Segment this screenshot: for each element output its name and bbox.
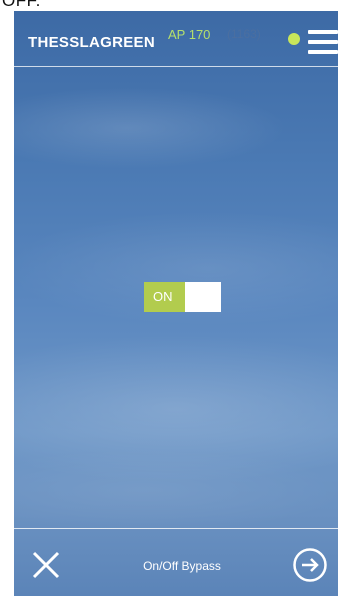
- footer-title: On/Off Bypass: [143, 559, 221, 573]
- brand-title: THESSLAGREEN: [28, 34, 155, 51]
- menu-bar-middle: [308, 40, 338, 44]
- header-bar: THESSLAGREEN AP 170 (1163): [14, 11, 338, 67]
- connection-status-indicator: [288, 33, 300, 45]
- menu-bar-bottom: [308, 50, 338, 54]
- footer-divider: [14, 528, 338, 529]
- menu-bar-top: [308, 30, 338, 34]
- device-serial: (1163): [227, 27, 261, 41]
- next-button[interactable]: [292, 547, 328, 583]
- clipped-top-text: OFF.: [2, 0, 41, 10]
- toggle-on-label: ON: [144, 282, 185, 312]
- header-divider: [14, 66, 338, 67]
- device-model: AP 170: [168, 27, 211, 42]
- close-icon: [32, 551, 60, 579]
- close-button[interactable]: [28, 547, 64, 583]
- hamburger-menu-icon[interactable]: [308, 29, 338, 55]
- bypass-toggle-switch[interactable]: ON: [144, 282, 221, 312]
- app-page: OFF. THESSLAGREEN AP 170 (1163) ON On/Of…: [0, 0, 338, 596]
- app-screen: THESSLAGREEN AP 170 (1163) ON On/Off Byp…: [14, 11, 338, 596]
- clipped-text-strip: OFF.: [0, 0, 338, 11]
- toggle-knob: [185, 282, 221, 312]
- arrow-right-circle-icon: [293, 548, 327, 582]
